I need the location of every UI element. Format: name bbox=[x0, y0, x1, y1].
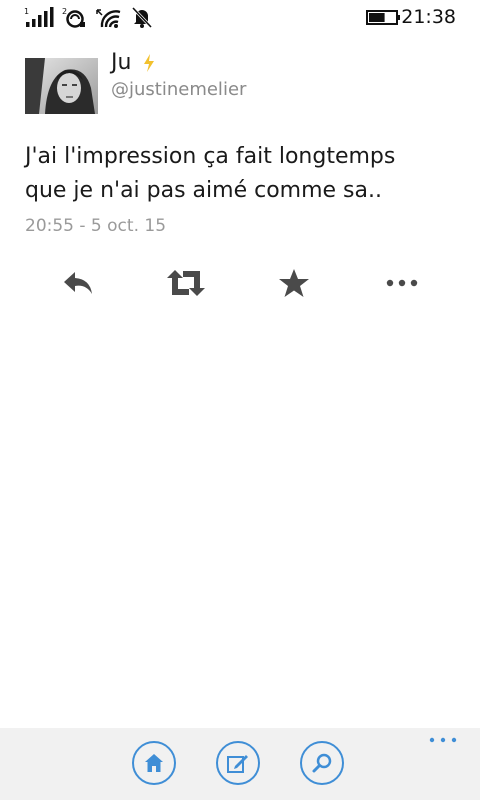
home-button[interactable] bbox=[132, 741, 176, 785]
tweet-text: J'ai l'impression ça fait longtemps que … bbox=[25, 144, 396, 203]
display-name[interactable]: Ju bbox=[111, 49, 131, 77]
status-bar: 1 2 21:38 bbox=[0, 0, 480, 34]
search-button[interactable] bbox=[300, 741, 344, 785]
battery-icon bbox=[366, 10, 400, 25]
mute-icon bbox=[131, 6, 153, 28]
home-icon bbox=[145, 754, 163, 772]
reply-icon bbox=[64, 272, 92, 294]
compose-icon bbox=[227, 755, 248, 773]
lightning-bolt-icon bbox=[144, 54, 154, 72]
search-icon bbox=[312, 753, 332, 773]
signal-sim2-icon: 2 bbox=[62, 7, 85, 28]
retweet-button[interactable] bbox=[164, 262, 208, 304]
wifi-icon bbox=[96, 9, 121, 28]
signal-sim1-icon: 1 bbox=[24, 7, 54, 27]
avatar[interactable] bbox=[25, 58, 98, 114]
avatar-photo bbox=[25, 58, 98, 114]
more-options-icon bbox=[386, 279, 418, 287]
retweet-icon bbox=[167, 270, 205, 296]
svg-text:1: 1 bbox=[24, 7, 29, 16]
favorite-star-icon bbox=[279, 269, 309, 297]
more-options-button[interactable] bbox=[380, 262, 424, 304]
tweet-timestamp: 20:55 - 5 oct. 15 bbox=[25, 216, 167, 236]
more-icon[interactable] bbox=[428, 734, 458, 748]
compose-button[interactable] bbox=[216, 741, 260, 785]
svg-text:2: 2 bbox=[62, 7, 67, 16]
app-bar bbox=[0, 728, 480, 800]
username[interactable]: @justinemelier bbox=[111, 79, 246, 101]
status-time: 21:38 bbox=[401, 6, 456, 28]
favorite-button[interactable] bbox=[272, 262, 316, 304]
reply-button[interactable] bbox=[57, 262, 101, 304]
